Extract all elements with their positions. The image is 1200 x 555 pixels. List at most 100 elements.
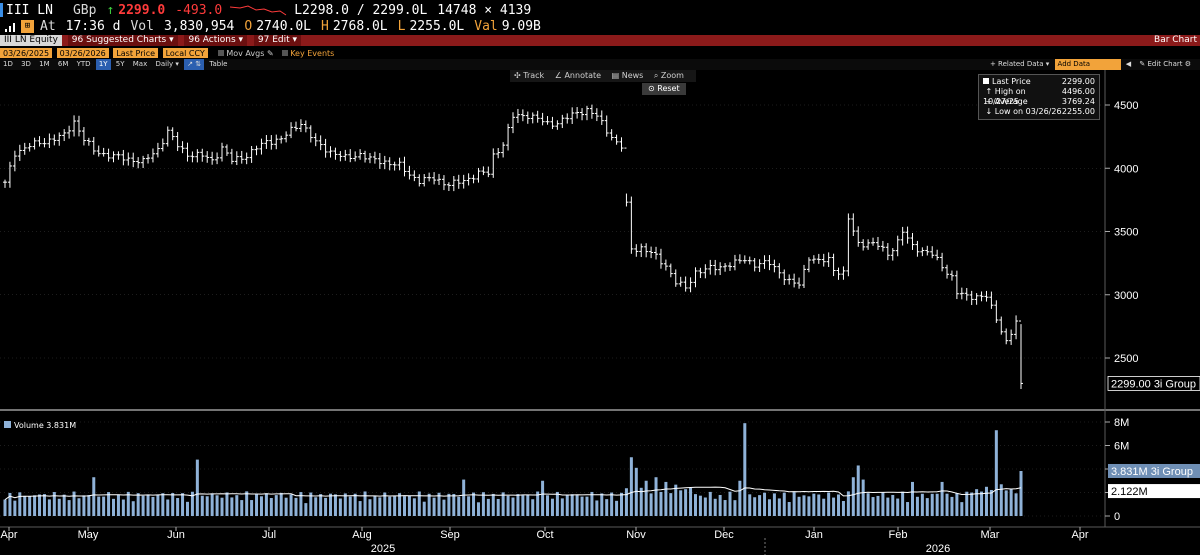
add-data-input[interactable]: Add Data bbox=[1054, 59, 1121, 70]
volume-bar bbox=[684, 489, 688, 516]
volume-bar bbox=[555, 491, 559, 516]
local-ccy-field[interactable]: Local CCY bbox=[162, 48, 208, 58]
volume-bar bbox=[659, 491, 663, 516]
sparkline-icon bbox=[230, 5, 287, 16]
volume-bar bbox=[200, 495, 204, 516]
chart-style-button[interactable]: ↗ ⇅ bbox=[184, 59, 205, 70]
open-value: 2740.0L bbox=[256, 19, 312, 34]
volume-bar bbox=[452, 493, 456, 516]
volume-bar bbox=[620, 492, 624, 516]
key-events-checkbox[interactable] bbox=[282, 50, 289, 56]
range-5y[interactable]: 5Y bbox=[113, 59, 128, 70]
volume-bar bbox=[112, 498, 116, 516]
suggested-charts-menu[interactable]: 96 Suggested Charts ▾ bbox=[67, 35, 178, 46]
volume-bar bbox=[77, 498, 81, 516]
volume-bar bbox=[235, 495, 239, 516]
volume-bar bbox=[812, 493, 816, 516]
news-button[interactable]: ▤ News bbox=[612, 71, 644, 80]
volume-bar bbox=[205, 496, 209, 516]
period-select[interactable]: Daily ▾ bbox=[152, 59, 181, 70]
volume-bar bbox=[1004, 490, 1008, 516]
annotate-button[interactable]: ∠ Annotate bbox=[555, 71, 601, 80]
edit-menu[interactable]: 97 Edit ▾ bbox=[253, 35, 302, 46]
volume-bar bbox=[284, 497, 288, 516]
high-label: H bbox=[321, 19, 329, 34]
volume-bar bbox=[945, 493, 949, 516]
volume-bar bbox=[698, 495, 702, 516]
volume-bar bbox=[767, 499, 771, 516]
volume-bar bbox=[506, 495, 510, 516]
end-date-field[interactable]: 03/26/2026 bbox=[56, 48, 109, 58]
volume-bar bbox=[151, 496, 155, 516]
volume-bar bbox=[338, 498, 342, 516]
volume-bar bbox=[689, 487, 693, 516]
volume-bar bbox=[827, 492, 831, 516]
volume-bar bbox=[605, 499, 609, 516]
volume-bar bbox=[38, 494, 42, 516]
x-month-label: Feb bbox=[889, 529, 908, 541]
volume-bar bbox=[373, 495, 377, 516]
legend-label: Last Price bbox=[992, 77, 1031, 86]
actions-menu[interactable]: 96 Actions ▾ bbox=[184, 35, 248, 46]
ticker[interactable]: III LN bbox=[6, 3, 53, 18]
key-events-label[interactable]: Key Events bbox=[290, 49, 334, 58]
volume-bar bbox=[575, 495, 579, 516]
mov-avgs-label[interactable]: Mov Avgs ✎ bbox=[226, 49, 273, 58]
range-max[interactable]: Max bbox=[130, 59, 150, 70]
collapse-icon[interactable]: ◀ bbox=[1123, 59, 1134, 70]
volume-bar bbox=[3, 499, 7, 516]
volume-bar bbox=[984, 486, 988, 516]
volume-bar bbox=[728, 491, 732, 516]
val-value: 9.09B bbox=[501, 19, 541, 34]
volume-bar bbox=[220, 497, 224, 516]
track-button[interactable]: ✣ Track bbox=[514, 71, 544, 80]
range-1y[interactable]: 1Y bbox=[95, 59, 111, 70]
volume-bar bbox=[358, 501, 362, 516]
legend-label: Average bbox=[994, 97, 1028, 106]
volume-bar bbox=[314, 497, 318, 516]
related-data-button[interactable]: + Related Data ▾ bbox=[987, 59, 1052, 70]
volume-bar bbox=[610, 492, 614, 516]
volume-bar bbox=[1014, 493, 1018, 516]
volume-bar bbox=[920, 493, 924, 516]
volume-bar bbox=[955, 493, 959, 516]
range-1m[interactable]: 1M bbox=[36, 59, 53, 70]
up-arrow-icon: ↑ bbox=[106, 2, 115, 18]
range-1d[interactable]: 1D bbox=[0, 59, 16, 70]
volume-bar bbox=[92, 477, 96, 516]
volume-bar bbox=[713, 498, 717, 516]
range-3d[interactable]: 3D bbox=[18, 59, 34, 70]
volume-bar bbox=[787, 502, 791, 516]
table-button[interactable]: Table bbox=[206, 59, 230, 70]
last-price-field[interactable]: Last Price bbox=[113, 48, 159, 58]
volume-ma-tag: 2.122M bbox=[1111, 486, 1148, 498]
volume-bar bbox=[901, 491, 905, 516]
volume-bar bbox=[664, 481, 668, 516]
volume-bar bbox=[753, 497, 757, 516]
price-volume-chart[interactable]: 2500300035004000450002M4M6M8MAprMayJunJu… bbox=[0, 70, 1200, 555]
mov-avgs-checkbox[interactable] bbox=[218, 50, 225, 56]
volume-bar bbox=[546, 495, 550, 516]
volume-bar bbox=[181, 493, 185, 516]
volume-bar bbox=[595, 500, 599, 516]
volume-bar bbox=[126, 491, 130, 516]
security-field[interactable]: III LN Equity bbox=[0, 35, 62, 46]
range-6m[interactable]: 6M bbox=[55, 59, 72, 70]
zoom-button[interactable]: ⌕ Zoom bbox=[654, 71, 684, 80]
start-date-field[interactable]: 03/26/2025 bbox=[0, 48, 53, 58]
volume-bar bbox=[185, 501, 189, 516]
range-ytd[interactable]: YTD bbox=[74, 59, 94, 70]
reset-button[interactable]: ⊙ Reset bbox=[642, 83, 686, 95]
exchange-icon[interactable]: ⊞ bbox=[21, 20, 34, 33]
x-month-label: Jan bbox=[805, 529, 823, 541]
volume-bar bbox=[782, 492, 786, 516]
x-month-label: Oct bbox=[536, 529, 553, 541]
edit-chart-button[interactable]: ✎ Edit Chart ⚙ bbox=[1136, 59, 1194, 70]
volume-bar bbox=[161, 493, 165, 516]
volume-series bbox=[3, 423, 1023, 516]
volume-bar bbox=[501, 492, 505, 516]
volume-bar bbox=[240, 500, 244, 516]
price-tick-label: 4500 bbox=[1114, 100, 1138, 112]
volume-bar bbox=[866, 493, 870, 516]
volume-bar bbox=[758, 495, 762, 516]
